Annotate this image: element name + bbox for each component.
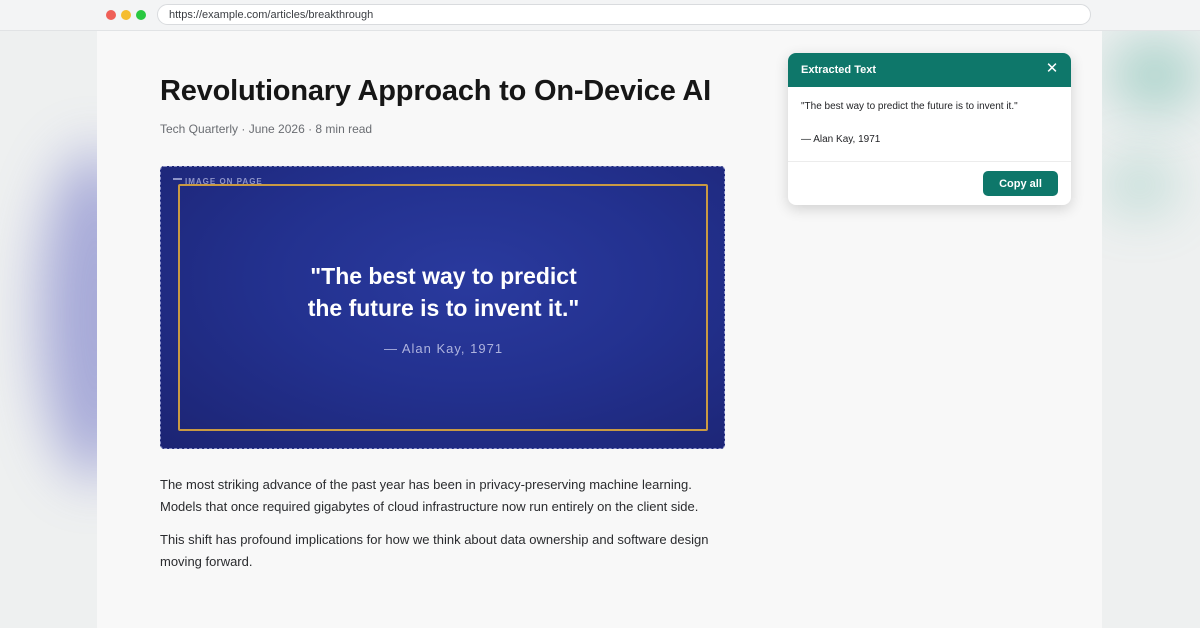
window-close-dot[interactable] — [106, 10, 116, 20]
copy-all-button[interactable]: Copy all — [983, 171, 1058, 196]
extracted-text-popup: Extracted Text ✕ "The best way to predic… — [788, 53, 1071, 205]
image-quote-line: the future is to invent it." — [307, 295, 580, 321]
backdrop-blur-right-bottom — [1105, 160, 1175, 210]
extracted-text-line: — Alan Kay, 1971 — [801, 134, 881, 145]
window-maximize-dot[interactable] — [136, 10, 146, 20]
popup-header: Extracted Text ✕ — [788, 53, 1071, 87]
image-quote-line: "The best way to predict — [310, 263, 577, 289]
article-paragraph: The most striking advance of the past ye… — [160, 477, 699, 514]
popup-title: Extracted Text — [801, 64, 876, 76]
address-bar[interactable]: https://example.com/articles/breakthroug… — [157, 4, 1091, 25]
browser-chrome: https://example.com/articles/breakthroug… — [0, 0, 1200, 31]
window-minimize-dot[interactable] — [121, 10, 131, 20]
article-title: Revolutionary Approach to On-Device AI — [160, 75, 712, 107]
quote-image[interactable]: IMAGE ON PAGE "The best way to predict t… — [160, 166, 725, 449]
article-paragraph: This shift has profound implications for… — [160, 532, 709, 569]
close-icon[interactable]: ✕ — [1043, 60, 1061, 78]
image-quote-author: — Alan Kay, 1971 — [383, 341, 504, 356]
popup-divider — [788, 161, 1071, 162]
article-meta: Tech Quarterly · June 2026 · 8 min read — [160, 122, 373, 136]
backdrop-blur-right-top — [1110, 40, 1200, 110]
extracted-text-line: "The best way to predict the future is t… — [801, 101, 1018, 112]
image-quote: "The best way to predict the future is t… — [161, 260, 724, 324]
